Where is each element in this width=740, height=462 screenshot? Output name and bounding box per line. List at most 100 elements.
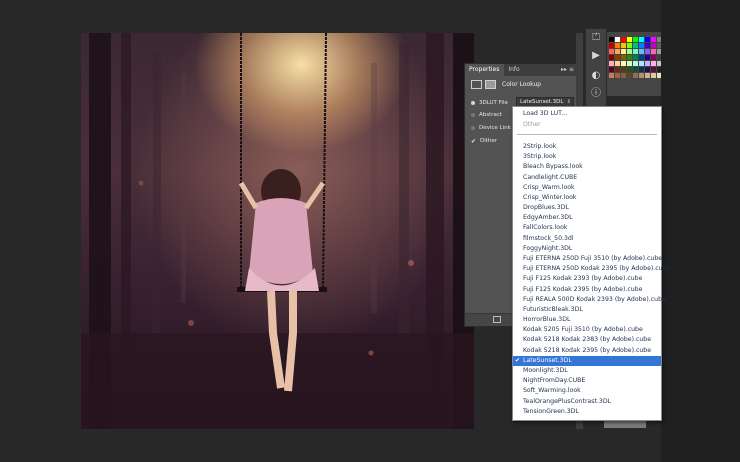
radio-icon[interactable] bbox=[471, 113, 475, 117]
history-icon[interactable]: ⏍ bbox=[591, 33, 601, 43]
lut-option-item[interactable]: Bleach Bypass.look bbox=[513, 162, 661, 172]
play-icon[interactable]: ▶ bbox=[591, 51, 601, 61]
color-swatch[interactable] bbox=[609, 43, 614, 48]
color-swatch[interactable] bbox=[621, 55, 626, 60]
adjustment-layer-icon[interactable] bbox=[471, 79, 482, 89]
color-swatch[interactable] bbox=[645, 43, 650, 48]
lut-option-item[interactable]: TensionGreen.3DL bbox=[513, 407, 661, 417]
lut-option-item[interactable]: DropBlues.3DL bbox=[513, 203, 661, 213]
color-swatch[interactable] bbox=[609, 49, 614, 54]
tab-properties[interactable]: Properties bbox=[465, 64, 505, 76]
color-swatch[interactable] bbox=[621, 49, 626, 54]
color-swatch[interactable] bbox=[639, 37, 644, 42]
color-swatch[interactable] bbox=[621, 67, 626, 72]
color-swatch[interactable] bbox=[645, 61, 650, 66]
color-swatch[interactable] bbox=[651, 55, 656, 60]
color-swatch[interactable] bbox=[627, 73, 632, 78]
color-swatch[interactable] bbox=[615, 37, 620, 42]
lut-option-item[interactable]: Soft_Warming.look bbox=[513, 386, 661, 396]
navigator-thumbnail[interactable] bbox=[604, 420, 646, 428]
lut-option-item[interactable]: Kodak 5218 Kodak 2395 (by Adobe).cube bbox=[513, 346, 661, 356]
color-swatch[interactable] bbox=[633, 55, 638, 60]
color-swatch[interactable] bbox=[627, 67, 632, 72]
color-swatch[interactable] bbox=[651, 61, 656, 66]
lut-option-item[interactable]: Moonlight.3DL bbox=[513, 366, 661, 376]
color-swatch[interactable] bbox=[633, 43, 638, 48]
load-3d-lut-item[interactable]: Load 3D LUT... bbox=[513, 109, 661, 119]
color-swatch[interactable] bbox=[615, 67, 620, 72]
lut-option-item[interactable]: 2Strip.look bbox=[513, 142, 661, 152]
clip-to-layer-icon[interactable] bbox=[493, 316, 501, 323]
panel-menu-icon[interactable]: ▸▸ ≡ bbox=[558, 64, 577, 76]
lut-option-item[interactable]: HorrorBlue.3DL bbox=[513, 315, 661, 325]
tab-info[interactable]: Info bbox=[504, 64, 524, 76]
color-swatch[interactable] bbox=[615, 49, 620, 54]
lut-option-item[interactable]: Fuji F125 Kodak 2395 (by Adobe).cube bbox=[513, 285, 661, 295]
color-swatch[interactable] bbox=[645, 73, 650, 78]
color-swatch[interactable] bbox=[615, 61, 620, 66]
lut-option-item[interactable]: Fuji REALA 500D Kodak 2393 (by Adobe).cu… bbox=[513, 295, 666, 305]
lut-option-item[interactable]: FuturisticBleak.3DL bbox=[513, 305, 661, 315]
lut-option-item[interactable]: ✔ LateSunset.3DL bbox=[513, 355, 661, 366]
option-dither[interactable]: ✔ Dither bbox=[471, 136, 497, 146]
lut-option-item[interactable]: NightFromDay.CUBE bbox=[513, 376, 661, 386]
color-swatch[interactable] bbox=[615, 55, 620, 60]
color-swatch[interactable] bbox=[609, 37, 614, 42]
color-swatch[interactable] bbox=[627, 49, 632, 54]
lut-option-item[interactable]: Crisp_Winter.look bbox=[513, 193, 661, 203]
lut-option-item[interactable]: FallColors.look bbox=[513, 223, 661, 233]
lut-option-item[interactable]: Crisp_Warm.look bbox=[513, 183, 661, 193]
radio-icon[interactable] bbox=[471, 126, 475, 130]
color-swatch[interactable] bbox=[651, 67, 656, 72]
color-swatch[interactable] bbox=[639, 55, 644, 60]
color-swatch[interactable] bbox=[651, 43, 656, 48]
color-swatch[interactable] bbox=[645, 55, 650, 60]
lut-option-item[interactable]: TealOrangePlusContrast.3DL bbox=[513, 397, 661, 407]
lut-option-item[interactable]: 3Strip.look bbox=[513, 152, 661, 162]
lut-option-item[interactable]: Kodak 5218 Kodak 2383 (by Adobe).cube bbox=[513, 335, 661, 345]
lut-option-item[interactable]: filmstock_50.3dl bbox=[513, 234, 661, 244]
adjust-icon[interactable]: ◐ bbox=[591, 71, 601, 81]
lut-option-item[interactable]: FoggyNight.3DL bbox=[513, 244, 661, 254]
color-swatch[interactable] bbox=[627, 55, 632, 60]
color-swatch[interactable] bbox=[615, 43, 620, 48]
color-swatch[interactable] bbox=[609, 55, 614, 60]
color-swatch[interactable] bbox=[621, 61, 626, 66]
radio-selected-icon[interactable] bbox=[471, 101, 475, 105]
option-3dlut-file[interactable]: 3DLUT File bbox=[471, 98, 508, 108]
color-swatch[interactable] bbox=[639, 67, 644, 72]
color-swatch[interactable] bbox=[609, 67, 614, 72]
color-swatch[interactable] bbox=[633, 37, 638, 42]
option-abstract[interactable]: Abstract bbox=[471, 110, 502, 120]
color-swatch[interactable] bbox=[651, 37, 656, 42]
layer-mask-icon[interactable] bbox=[485, 79, 496, 89]
color-swatch[interactable] bbox=[627, 61, 632, 66]
color-swatch[interactable] bbox=[651, 49, 656, 54]
option-device-link[interactable]: Device Link bbox=[471, 123, 511, 133]
color-swatch[interactable] bbox=[645, 49, 650, 54]
color-swatch[interactable] bbox=[633, 49, 638, 54]
checkbox-checked-icon[interactable]: ✔ bbox=[471, 138, 477, 145]
lut-option-item[interactable]: Fuji F125 Kodak 2393 (by Adobe).cube bbox=[513, 274, 661, 284]
lut-option-item[interactable]: Candlelight.CUBE bbox=[513, 173, 661, 183]
color-swatch[interactable] bbox=[633, 73, 638, 78]
color-swatch[interactable] bbox=[639, 43, 644, 48]
color-swatch[interactable] bbox=[639, 61, 644, 66]
color-swatch[interactable] bbox=[609, 73, 614, 78]
lut-option-item[interactable]: EdgyAmber.3DL bbox=[513, 213, 661, 223]
color-swatch[interactable] bbox=[615, 73, 620, 78]
color-swatch[interactable] bbox=[651, 73, 656, 78]
lut-option-item[interactable]: Fuji ETERNA 250D Fuji 3510 (by Adobe).cu… bbox=[513, 254, 662, 264]
color-swatch[interactable] bbox=[627, 43, 632, 48]
photo-canvas[interactable] bbox=[81, 33, 474, 429]
color-swatch[interactable] bbox=[609, 61, 614, 66]
lut-option-item[interactable]: Kodak 5205 Fuji 3510 (by Adobe).cube bbox=[513, 325, 661, 335]
color-swatch[interactable] bbox=[645, 67, 650, 72]
color-swatch[interactable] bbox=[621, 73, 626, 78]
color-swatch[interactable] bbox=[621, 43, 626, 48]
color-swatch[interactable] bbox=[633, 61, 638, 66]
color-swatch[interactable] bbox=[639, 73, 644, 78]
color-swatch[interactable] bbox=[645, 37, 650, 42]
color-swatch[interactable] bbox=[633, 67, 638, 72]
color-swatch[interactable] bbox=[639, 49, 644, 54]
